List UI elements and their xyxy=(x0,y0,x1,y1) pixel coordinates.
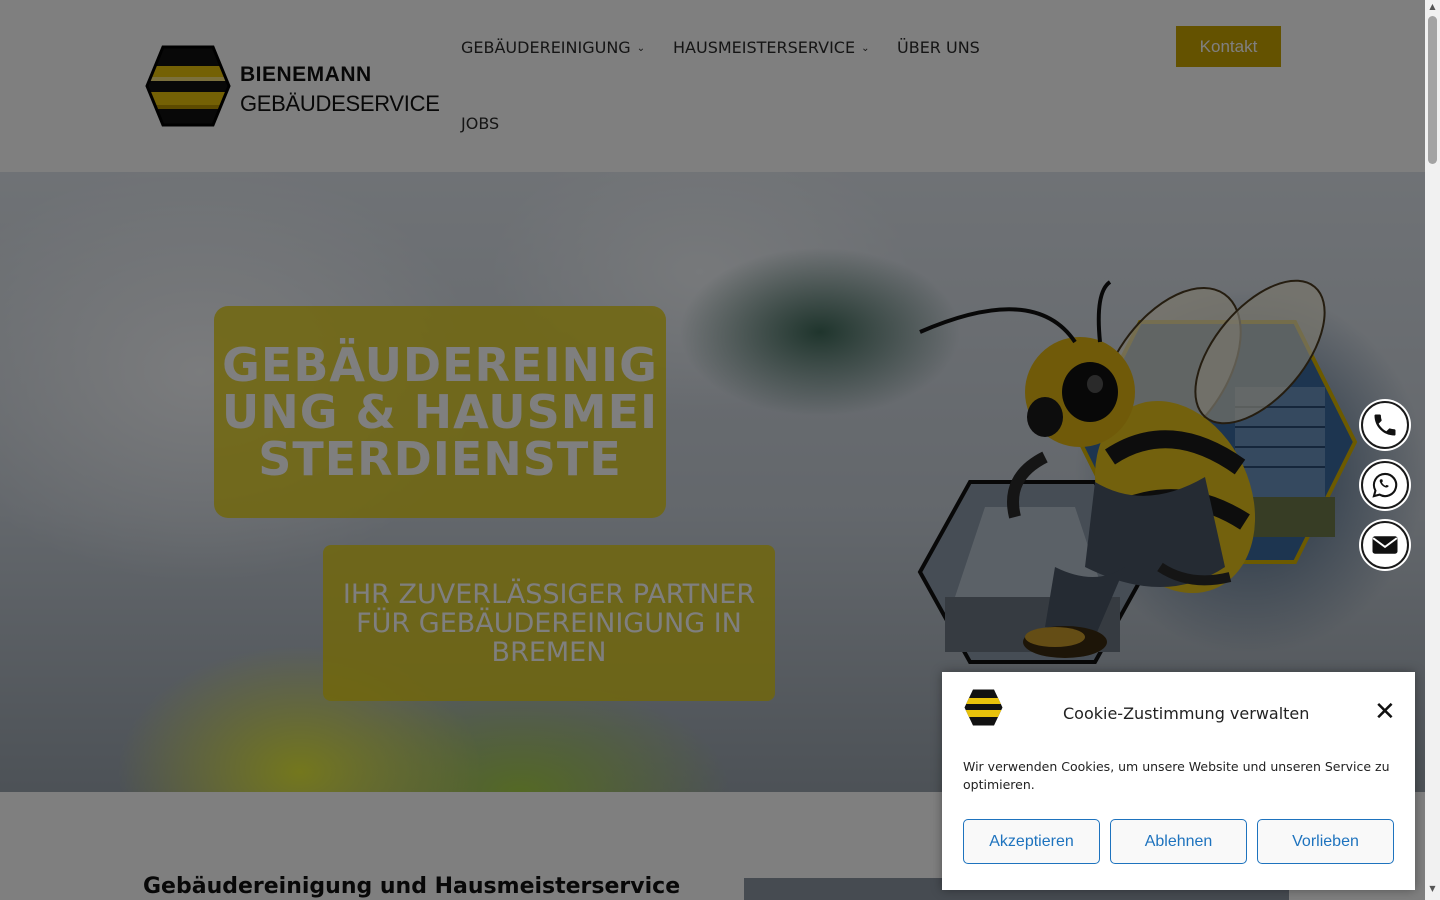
chevron-down-icon: ⌄ xyxy=(636,43,646,54)
bee-mascot-illustration xyxy=(917,279,1358,664)
logo-line-1: BIENEMANN xyxy=(240,63,372,86)
accept-cookies-button[interactable]: Akzeptieren xyxy=(963,819,1100,864)
decline-cookies-button[interactable]: Ablehnen xyxy=(1110,819,1247,864)
nav-label: JOBS xyxy=(461,114,500,133)
logo-wordmark: BIENEMANN GEBÄUDESERVICE xyxy=(240,60,440,118)
cookie-dialog-title: Cookie-Zustimmung verwalten xyxy=(1063,704,1310,723)
hero-title-box: GEBÄUDEREINIGUNG & HAUSMEISTERDIENSTE xyxy=(214,306,666,518)
phone-icon xyxy=(1374,414,1396,436)
nav-label: GEBÄUDEREINIGUNG xyxy=(461,38,631,57)
hero-subtitle-box: IHR ZUVERLÄSSIGER PARTNER FÜR GEBÄUDEREI… xyxy=(323,545,775,701)
page: BIENEMANN GEBÄUDESERVICE GEBÄUDEREINIGUN… xyxy=(0,0,1440,900)
logo-line-2: GEBÄUDESERVICE xyxy=(240,91,440,116)
cookie-preferences-button[interactable]: Vorlieben xyxy=(1257,819,1394,864)
cookie-consent-dialog: Cookie-Zustimmung verwalten ✕ Wir verwen… xyxy=(942,672,1415,890)
bee-hexagon-logo-icon xyxy=(145,45,231,127)
site-header: BIENEMANN GEBÄUDESERVICE GEBÄUDEREINIGUN… xyxy=(0,0,1425,172)
cookie-dialog-text: Wir verwenden Cookies, um unsere Website… xyxy=(963,759,1390,792)
scroll-up-arrow-icon[interactable]: ▲ xyxy=(1425,2,1440,14)
chevron-down-icon: ⌄ xyxy=(861,43,870,54)
scroll-down-arrow-icon[interactable]: ▼ xyxy=(1425,884,1440,896)
page-scrollbar[interactable]: ▲ ▼ xyxy=(1425,0,1440,900)
nav-item-jobs[interactable]: JOBS xyxy=(461,114,499,133)
mail-icon xyxy=(1372,536,1398,554)
hero-subtitle-line-1: IHR ZUVERLÄSSIGER PARTNER xyxy=(342,578,756,610)
whatsapp-icon xyxy=(1372,472,1398,498)
bee-hexagon-logo-icon xyxy=(964,689,1003,726)
nav-item-hausmeisterservice[interactable]: HAUSMEISTERSERVICE ⌄ xyxy=(673,38,869,57)
hero-subtitle: IHR ZUVERLÄSSIGER PARTNER FÜR GEBÄUDEREI… xyxy=(334,580,764,667)
hero-subtitle-line-2: FÜR GEBÄUDEREINIGUNG IN BREMEN xyxy=(356,607,742,668)
site-logo[interactable]: BIENEMANN GEBÄUDESERVICE xyxy=(143,44,440,128)
nav-item-gebaeudereinigung[interactable]: GEBÄUDEREINIGUNG ⌄ xyxy=(461,38,645,57)
nav-label: ÜBER UNS xyxy=(897,38,980,57)
hero-title: GEBÄUDEREINIGUNG & HAUSMEISTERDIENSTE xyxy=(221,337,659,486)
floating-phone-button[interactable] xyxy=(1361,401,1409,449)
floating-whatsapp-button[interactable] xyxy=(1361,461,1409,509)
close-icon[interactable]: ✕ xyxy=(1374,699,1396,725)
scroll-thumb[interactable] xyxy=(1428,16,1437,164)
floating-mail-button[interactable] xyxy=(1361,521,1409,569)
intro-heading: Gebäudereinigung und Hausmeisterservice xyxy=(143,874,681,899)
nav-item-ueber-uns[interactable]: ÜBER UNS xyxy=(897,38,980,57)
kontakt-button[interactable]: Kontakt xyxy=(1176,26,1281,67)
nav-label: HAUSMEISTERSERVICE xyxy=(673,38,856,57)
